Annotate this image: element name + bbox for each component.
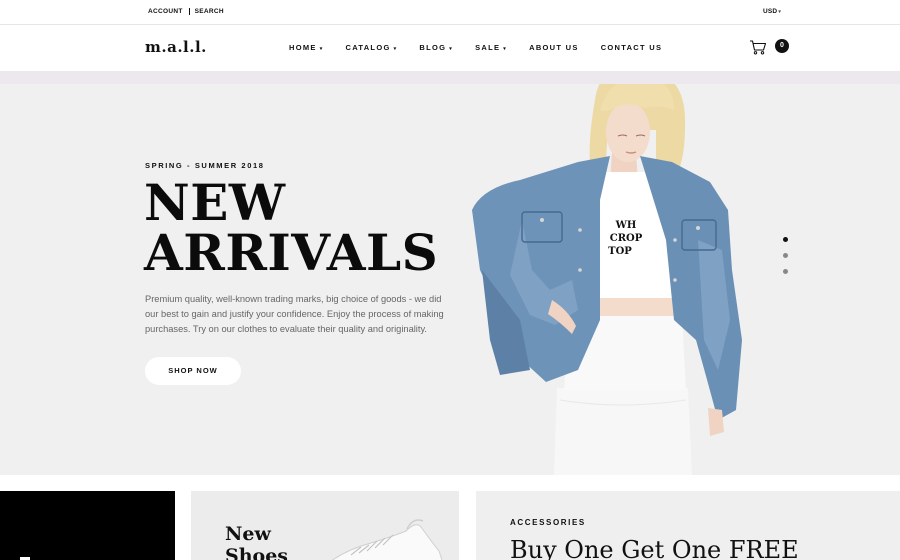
sneaker-image (331, 519, 443, 560)
promo-banner-dark[interactable] (0, 491, 175, 560)
nav-item-label: ABOUT US (529, 43, 579, 52)
hero-headline-line2: ARRIVALS (144, 223, 439, 282)
hero-season-label: SPRING - SUMMER 2018 (145, 161, 265, 170)
hero-headline: NEW ARRIVALS (144, 178, 438, 278)
hero-slider: SPRING - SUMMER 2018 NEW ARRIVALS Premiu… (0, 84, 900, 475)
site-logo[interactable]: m.a.l.l. (145, 38, 207, 56)
nav-item-about-us[interactable]: ABOUT US (529, 43, 579, 52)
hero-headline-line1: NEW (144, 173, 286, 232)
nav-item-label: CATALOG (345, 43, 391, 52)
cart-count-badge[interactable]: 0 (775, 39, 789, 53)
nav-item-home[interactable]: HOME ▾ (289, 43, 324, 52)
promo-banner-shoes[interactable]: New Shoes (191, 491, 459, 560)
chevron-down-icon: ▾ (393, 46, 398, 52)
shirt-text-line3: TOP (608, 246, 632, 257)
top-utility-bar: ACCOUNT SEARCH USD▾ (0, 0, 900, 25)
nav-item-blog[interactable]: BLOG ▾ (419, 43, 453, 52)
slider-dot-1[interactable] (783, 237, 788, 242)
shirt-text-line1: WH (615, 220, 637, 231)
shop-now-button[interactable]: SHOP NOW (145, 357, 241, 385)
promo-banner-accessories[interactable]: ACCESSORIES Buy One Get One FREE (476, 491, 900, 560)
site-header: m.a.l.l. HOME ▾ CATALOG ▾ BLOG ▾ SALE ▾ ABOU… (0, 25, 900, 71)
main-nav: HOME ▾ CATALOG ▾ BLOG ▾ SALE ▾ ABOUT US CONT… (289, 43, 684, 52)
currency-label: USD (763, 8, 778, 15)
shoes-banner-title: New Shoes (225, 523, 288, 560)
nav-item-catalog[interactable]: CATALOG ▾ (346, 43, 398, 52)
accessories-promo-title: Buy One Get One FREE (510, 536, 799, 560)
chevron-down-icon: ▾ (449, 46, 454, 52)
account-link[interactable]: ACCOUNT (148, 8, 183, 15)
search-link[interactable]: SEARCH (195, 8, 224, 15)
nav-item-label: HOME (289, 43, 317, 52)
shirt-text-line2: CROP (610, 233, 643, 244)
shoes-title-line2: Shoes (225, 545, 288, 560)
hero-model-image: WH CROP TOP (472, 84, 742, 475)
nav-item-contact-us[interactable]: CONTACT US (601, 43, 663, 52)
utility-links: ACCOUNT SEARCH (148, 8, 224, 15)
accessories-eyebrow: ACCESSORIES (510, 518, 586, 527)
nav-item-label: CONTACT US (600, 43, 663, 52)
shoes-title-line1: New (225, 523, 271, 545)
utility-divider (188, 8, 190, 15)
slider-pagination (783, 237, 788, 285)
hero-top-strip (0, 71, 900, 84)
chevron-down-icon: ▾ (778, 9, 782, 15)
nav-item-sale[interactable]: SALE ▾ (475, 43, 507, 52)
chevron-down-icon: ▾ (319, 46, 324, 52)
shopping-cart-icon[interactable] (749, 39, 767, 55)
slider-dot-3[interactable] (783, 269, 788, 274)
nav-item-label: SALE (475, 43, 501, 52)
currency-selector[interactable]: USD▾ (763, 8, 781, 15)
nav-item-label: BLOG (419, 43, 447, 52)
chevron-down-icon: ▾ (503, 46, 508, 52)
hero-description: Premium quality, well-known trading mark… (145, 294, 444, 334)
slider-dot-2[interactable] (783, 253, 788, 258)
